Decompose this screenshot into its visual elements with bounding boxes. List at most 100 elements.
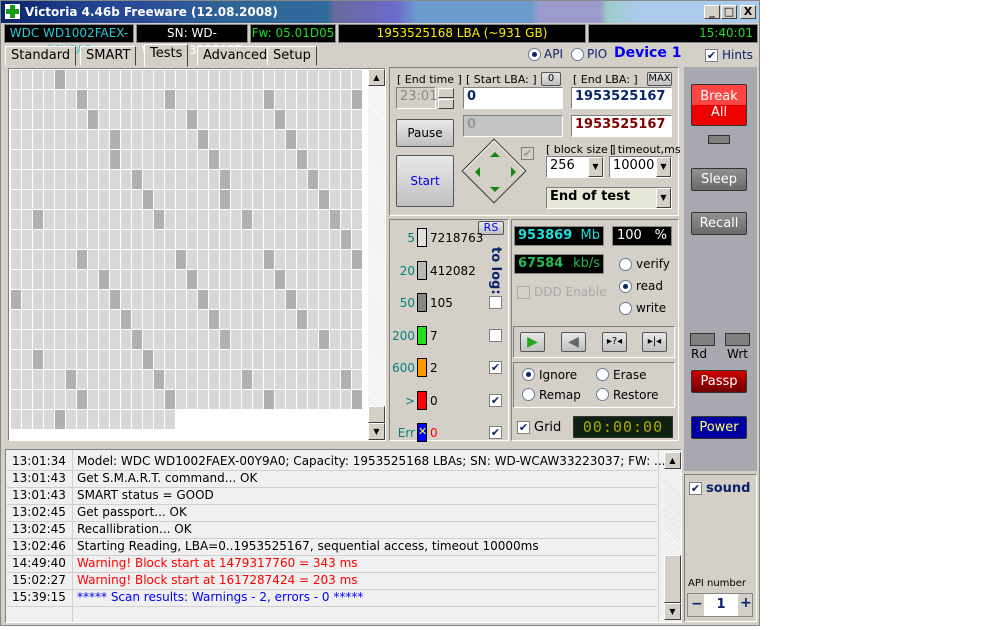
end-time-up-icon[interactable] <box>438 88 454 98</box>
start-lba-input[interactable]: 0 <box>463 87 563 109</box>
pio-radio[interactable] <box>571 48 584 61</box>
arrow-left-icon[interactable] <box>470 167 480 177</box>
block-cell <box>286 170 296 189</box>
slow-block-cell <box>352 390 362 409</box>
verify-radio[interactable] <box>619 258 632 271</box>
block-cell <box>341 70 351 89</box>
hints-label: Hints <box>722 48 753 62</box>
arrow-up-icon[interactable] <box>490 147 500 157</box>
start-button[interactable]: Start <box>396 155 454 207</box>
api-radio[interactable] <box>528 48 541 61</box>
tab-tests[interactable]: Tests <box>144 44 189 67</box>
write-radio[interactable] <box>619 302 632 315</box>
read-radio[interactable] <box>619 280 632 293</box>
log-checkbox[interactable]: ✔ <box>489 393 502 407</box>
chevron-down-icon[interactable]: ▼ <box>656 157 671 177</box>
erase-radio[interactable] <box>596 368 609 381</box>
block-cell <box>11 130 21 149</box>
scroll-thumb[interactable] <box>368 406 385 423</box>
break-all-button[interactable]: Break All <box>691 84 747 126</box>
slow-block-cell <box>110 290 120 309</box>
block-cell <box>308 150 318 169</box>
tab-standard[interactable]: Standard <box>5 46 77 66</box>
block-cell <box>264 330 274 349</box>
arrow-right-icon[interactable] <box>511 167 521 177</box>
tab-setup[interactable]: Setup <box>267 46 317 66</box>
chevron-down-icon[interactable]: ▼ <box>588 157 603 177</box>
end-time-down-icon[interactable] <box>438 99 454 109</box>
block-cell <box>231 230 241 249</box>
decrement-button[interactable]: − <box>691 596 703 612</box>
block-count: 0 <box>430 393 438 408</box>
ignore-radio[interactable] <box>522 368 535 381</box>
restore-radio[interactable] <box>596 388 609 401</box>
block-cell <box>165 410 175 429</box>
end-lba-max-button[interactable]: MAX <box>647 72 672 86</box>
minimize-button[interactable]: _ <box>704 5 720 19</box>
seek-random-icon[interactable]: ▸?◂ <box>602 332 627 352</box>
maximize-button[interactable]: □ <box>721 5 737 19</box>
block-cell <box>319 230 329 249</box>
scroll-down-arrow-icon[interactable]: ▼ <box>664 603 681 620</box>
end-lba-input[interactable]: 1953525167 <box>571 87 672 109</box>
block-cell <box>77 330 87 349</box>
start-lba-zero-button[interactable]: 0 <box>541 72 561 86</box>
api-number-value[interactable]: 1 <box>704 594 738 616</box>
speed-display: 67584 kb/s <box>514 254 604 274</box>
seek-ends-icon[interactable]: ▸|◂ <box>642 332 667 352</box>
log-message: Recallibration... OK <box>77 522 192 536</box>
log-checkbox[interactable]: ✔ <box>489 426 502 439</box>
recall-button[interactable]: Recall <box>691 212 747 235</box>
play-forward-icon[interactable]: ▶ <box>520 332 545 352</box>
power-button[interactable]: Power <box>691 416 747 439</box>
pause-button[interactable]: Pause <box>396 119 454 147</box>
wrt-label: Wrt <box>727 347 748 361</box>
hints-checkbox[interactable]: ✔ <box>705 49 718 62</box>
scroll-up-arrow-icon[interactable]: ▲ <box>368 69 385 86</box>
block-cell <box>143 390 153 409</box>
block-cell <box>352 70 362 89</box>
chevron-down-icon[interactable]: ▼ <box>656 188 671 208</box>
log-scrollbar[interactable]: ▲ ▼ <box>664 450 681 622</box>
log-scroll-thumb[interactable] <box>664 555 681 603</box>
passp-button[interactable]: Passp <box>691 370 747 393</box>
timeout-select[interactable]: 10000 ▼ <box>609 156 672 178</box>
arrow-down-icon[interactable] <box>490 187 500 197</box>
block-cell <box>77 290 87 309</box>
block-cell <box>253 370 263 389</box>
increment-button[interactable]: + <box>740 595 752 611</box>
log-checkbox[interactable]: ✔ <box>489 361 502 374</box>
api-number-stepper[interactable]: − 1 + <box>687 593 753 617</box>
device-selector[interactable]: Device 1 <box>614 45 681 61</box>
scroll-down-arrow-icon[interactable]: ▼ <box>368 423 385 440</box>
log-time: 13:02:45 <box>12 505 66 519</box>
block-size-select[interactable]: 256 ▼ <box>546 156 604 178</box>
log-checkbox[interactable] <box>489 328 502 342</box>
log-checkbox[interactable] <box>489 296 502 309</box>
tab-smart[interactable]: SMART <box>80 46 137 66</box>
block-cell <box>143 330 153 349</box>
close-button[interactable]: X <box>740 5 756 19</box>
block-cell <box>319 290 329 309</box>
block-cell <box>209 110 219 129</box>
block-cell <box>99 90 109 109</box>
end-action-select[interactable]: End of test ▼ <box>546 187 672 209</box>
block-cell <box>121 130 131 149</box>
threshold-label: > <box>404 393 415 408</box>
end-time-input[interactable]: 23:01 <box>396 87 437 109</box>
end-lba-label: [ End LBA: ] <box>573 73 638 86</box>
tab-advanced[interactable]: Advanced <box>197 46 274 66</box>
remap-radio[interactable] <box>522 388 535 401</box>
grid-checkbox[interactable]: ✔ <box>517 421 530 434</box>
scan-map-scrollbar[interactable]: ▲ ▼ <box>368 69 385 440</box>
scroll-up-arrow-icon[interactable]: ▲ <box>664 452 681 469</box>
sound-checkbox[interactable]: ✔ <box>689 482 702 495</box>
slow-block-cell <box>55 410 65 429</box>
sleep-button[interactable]: Sleep <box>691 168 747 191</box>
block-cell <box>33 110 43 129</box>
block-cell <box>165 250 175 269</box>
block-cell <box>187 70 197 89</box>
block-cell <box>44 350 54 369</box>
play-backward-icon[interactable]: ◀ <box>561 332 586 352</box>
percent-display: 100% <box>612 226 672 246</box>
